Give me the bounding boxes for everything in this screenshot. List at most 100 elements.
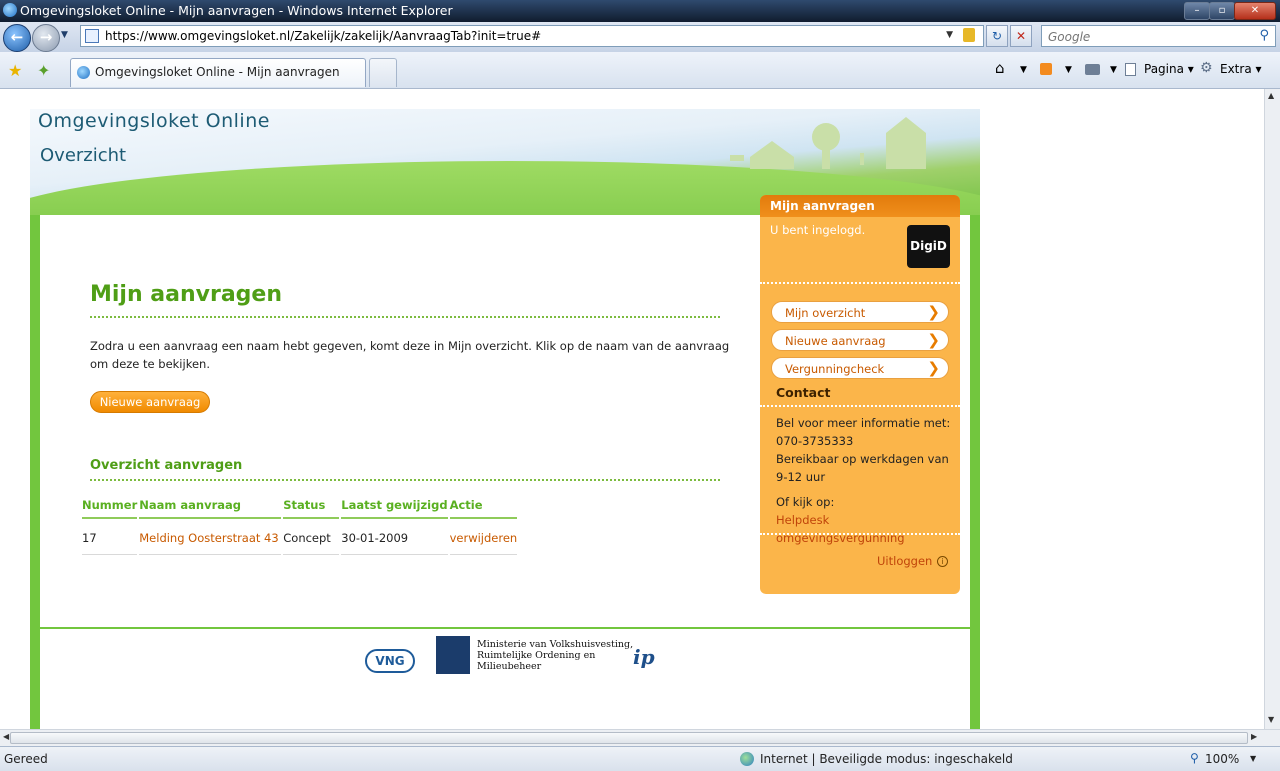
tab-current[interactable]: Omgevingsloket Online - Mijn aanvragen <box>70 58 366 87</box>
tools-menu[interactable]: Extra ▾ <box>1220 62 1262 76</box>
status-text: Gereed <box>4 752 48 766</box>
ministry-crest-icon <box>436 636 470 674</box>
page-menu[interactable]: Pagina ▾ <box>1144 62 1194 76</box>
column-header-nummer: Nummer <box>82 498 138 519</box>
column-header-status: Status <box>283 498 340 519</box>
home-icon[interactable]: ⌂ <box>995 59 1005 77</box>
contact-phone: 070-3735333 <box>776 434 854 448</box>
sidebar-link-nieuwe-aanvraag[interactable]: Nieuwe aanvraag ❯ <box>771 329 949 351</box>
table-row: 17 Melding Oosterstraat 43 Concept 30-01… <box>82 518 518 555</box>
chevron-right-icon: ❯ <box>927 331 940 349</box>
chevron-right-icon: ❯ <box>927 303 940 321</box>
title-divider <box>90 316 720 318</box>
ip-logo: ip <box>633 645 655 669</box>
scroll-right-icon[interactable]: ▶ <box>1251 732 1257 741</box>
delete-link[interactable]: verwijderen <box>450 531 518 545</box>
zoom-icon: ⚲ <box>1190 751 1199 765</box>
print-dropdown-icon[interactable]: ▼ <box>1110 65 1117 75</box>
contact-divider <box>760 405 960 407</box>
search-input[interactable] <box>1046 28 1250 46</box>
chevron-right-icon: ❯ <box>927 359 940 377</box>
scroll-down-icon[interactable]: ▼ <box>1268 715 1274 724</box>
address-url: https://www.omgevingsloket.nl/Zakelijk/z… <box>105 29 542 43</box>
refresh-button[interactable]: ↻ <box>986 25 1008 47</box>
digid-logo: DigiD <box>907 225 950 268</box>
maximize-button[interactable]: ▫ <box>1209 2 1235 20</box>
gear-icon[interactable]: ⚙ <box>1200 60 1213 76</box>
lock-icon[interactable] <box>963 28 975 42</box>
vng-logo: VNG <box>365 649 415 673</box>
ministry-logo-text: Ministerie van Volkshuisvesting, Ruimtel… <box>477 639 633 672</box>
scroll-left-icon[interactable]: ◀ <box>3 732 9 741</box>
tab-toolbar: ★ ✦ Omgevingsloket Online - Mijn aanvrag… <box>0 52 1280 89</box>
scroll-up-icon[interactable]: ▲ <box>1268 91 1274 100</box>
cell-status: Concept <box>283 518 340 555</box>
recent-pages-dropdown-icon[interactable]: ▼ <box>61 30 68 40</box>
contact-or-look: Of kijk op: <box>776 495 835 509</box>
ministry-line: Ministerie van Volkshuisvesting, <box>477 639 634 650</box>
site-section: Overzicht <box>40 145 127 166</box>
search-box[interactable]: ⚲ <box>1041 25 1276 47</box>
close-button[interactable]: ✕ <box>1234 2 1276 20</box>
home-dropdown-icon[interactable]: ▼ <box>1020 65 1027 75</box>
address-bar[interactable]: https://www.omgevingsloket.nl/Zakelijk/z… <box>80 25 984 47</box>
address-dropdown-icon[interactable]: ▼ <box>946 30 953 40</box>
contact-title: Contact <box>776 385 831 400</box>
security-zone[interactable]: Internet | Beveiligde modus: ingeschakel… <box>760 752 1013 766</box>
table-header-row: Nummer Naam aanvraag Status Laatst gewij… <box>82 498 518 519</box>
minimize-button[interactable]: – <box>1184 2 1210 20</box>
page-menu-label: Pagina <box>1144 62 1184 76</box>
page-title: Mijn aanvragen <box>90 282 283 307</box>
sidebar-header: Mijn aanvragen <box>760 195 960 217</box>
logout-divider <box>760 533 960 535</box>
internet-explorer-icon <box>3 3 17 17</box>
column-header-naam: Naam aanvraag <box>139 498 282 519</box>
page-menu-icon <box>1125 63 1136 76</box>
horizontal-scrollbar[interactable]: ◀ ▶ <box>0 729 1280 746</box>
village-silhouette <box>730 117 926 169</box>
sidebar-title: Mijn aanvragen <box>770 199 875 213</box>
window-title: Omgevingsloket Online - Mijn aanvragen -… <box>20 3 453 18</box>
forward-button[interactable]: → <box>32 24 60 52</box>
sidebar-link-label: Nieuwe aanvraag <box>785 334 886 348</box>
internet-explorer-icon <box>77 66 90 79</box>
sidebar-link-mijn-overzicht[interactable]: Mijn overzicht ❯ <box>771 301 949 323</box>
feeds-icon[interactable] <box>1040 63 1052 75</box>
favorites-star-icon[interactable]: ★ <box>8 61 22 80</box>
sidebar-link-vergunningcheck[interactable]: Vergunningcheck ❯ <box>771 357 949 379</box>
column-header-gewijzigd: Laatst gewijzigd <box>341 498 448 519</box>
back-button[interactable]: ← <box>3 24 31 52</box>
cell-gewijzigd: 30-01-2009 <box>341 518 448 555</box>
tools-menu-label: Extra <box>1220 62 1252 76</box>
add-favorites-icon[interactable]: ✦ <box>37 61 50 80</box>
cell-nummer: 17 <box>82 518 138 555</box>
logout-link[interactable]: Uitloggen <box>877 552 932 570</box>
arrow-right-icon: → <box>39 28 53 46</box>
sidebar-link-label: Vergunningcheck <box>785 362 885 376</box>
stop-icon: ✕ <box>1015 29 1027 43</box>
overview-title: Overzicht aanvragen <box>90 458 243 473</box>
vertical-scrollbar[interactable]: ▲ ▼ <box>1264 89 1280 729</box>
sidebar-link-label: Mijn overzicht <box>785 306 866 320</box>
feeds-dropdown-icon[interactable]: ▼ <box>1065 65 1072 75</box>
page-viewport: Omgevingsloket Online Overzicht Mijn aan… <box>0 89 1264 729</box>
ministry-line: Milieubeheer <box>477 661 542 672</box>
helpdesk-link[interactable]: Helpdesk omgevingsvergunning <box>776 511 960 547</box>
sidebar-divider <box>760 282 960 284</box>
contact-text: Bel voor meer informatie met: 070-373533… <box>776 414 958 486</box>
site-name: Omgevingsloket Online <box>38 110 270 132</box>
address-toolbar: ← → ▼ https://www.omgevingsloket.nl/Zake… <box>0 22 1280 52</box>
search-icon[interactable]: ⚲ <box>1259 28 1269 43</box>
intro-text: Zodra u een aanvraag een naam hebt gegev… <box>90 339 730 371</box>
login-status: U bent ingelogd. <box>770 223 866 237</box>
new-tab-button[interactable] <box>369 58 397 87</box>
request-name-link[interactable]: Melding Oosterstraat 43 <box>139 531 278 545</box>
zoom-dropdown-icon[interactable]: ▼ <box>1250 754 1256 763</box>
horizontal-scroll-thumb[interactable] <box>10 732 1248 744</box>
globe-icon <box>740 752 754 766</box>
new-request-button[interactable]: Nieuwe aanvraag <box>90 391 210 413</box>
stop-button[interactable]: ✕ <box>1010 25 1032 47</box>
overview-divider <box>90 479 720 481</box>
zoom-level[interactable]: 100% <box>1205 752 1239 766</box>
print-icon[interactable] <box>1085 64 1100 75</box>
